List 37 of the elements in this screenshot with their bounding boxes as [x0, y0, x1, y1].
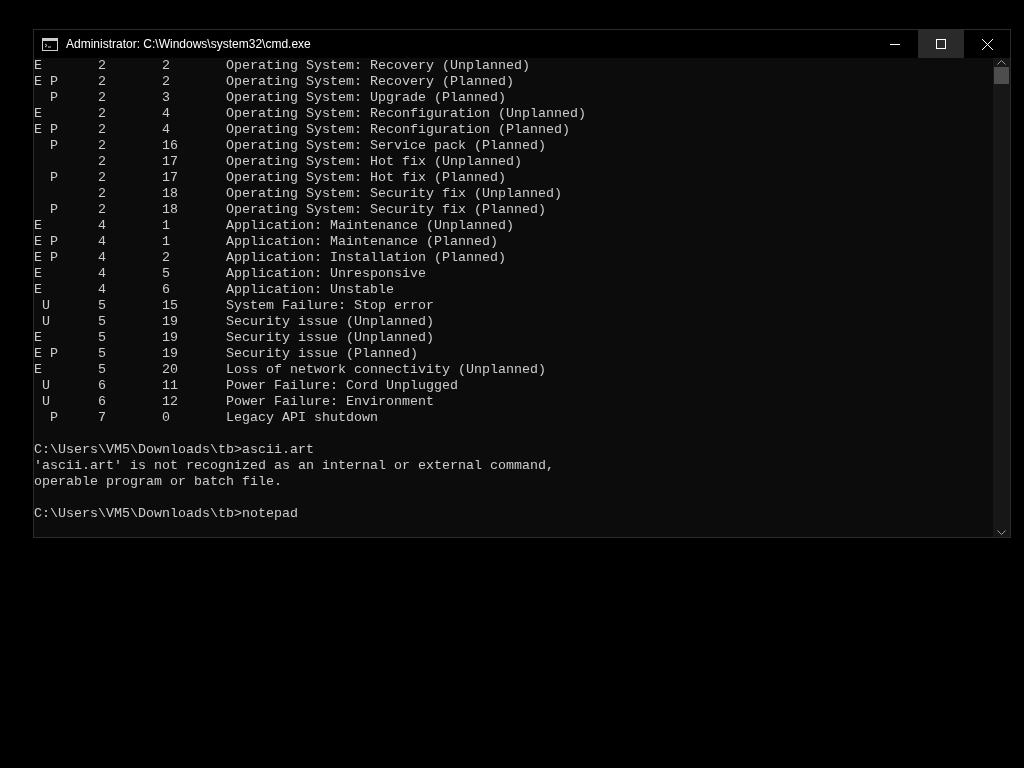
console-line: E 4 6 Application: Unstable: [34, 282, 395, 298]
console-line: E P 4 2 Application: Installation (Planned): [34, 250, 507, 266]
console-line: U 6 12 Power Failure: Environment: [41, 394, 435, 410]
console-line: P 7 0 Legacy API shutdown: [49, 410, 379, 426]
scroll-thumb[interactable]: [994, 67, 1009, 84]
scrollbar[interactable]: [993, 58, 1010, 537]
window-title: Administrator: C:\Windows\system32\cmd.exe: [66, 37, 311, 51]
console-line: 2 17 Operating System: Hot fix (Unplanned): [97, 154, 523, 170]
scroll-up-icon[interactable]: [997, 60, 1006, 65]
console-line: E 5 19 Security issue (Unplanned): [34, 330, 435, 346]
console-line: P 2 16 Operating System: Service pack (Planned): [49, 138, 547, 154]
console-line: P 2 3 Operating System: Upgrade (Planned): [49, 90, 507, 106]
console-line: E 2 2 Operating System: Recovery (Unplanned): [34, 58, 531, 74]
scroll-down-icon[interactable]: [997, 530, 1006, 535]
console-line: E P 5 19 Security issue (Planned): [34, 346, 419, 362]
console-line: U 6 11 Power Failure: Cord Unplugged: [41, 378, 459, 394]
console-line: operable program or batch file.: [34, 474, 283, 490]
console-line: E P 4 1 Application: Maintenance (Planned): [34, 234, 499, 250]
console-line: C:\Users\VM5\Downloads\tb>notepad: [34, 506, 299, 522]
close-icon: [981, 38, 993, 50]
minimize-icon: [890, 43, 900, 45]
terminal-icon: [42, 37, 58, 51]
console-line: C:\Users\VM5\Downloads\tb>ascii.art: [34, 442, 315, 458]
maximize-button[interactable]: [918, 30, 964, 58]
console-line: 2 18 Operating System: Security fix (Unplanned): [97, 186, 563, 202]
console-line: E 2 4 Operating System: Reconfiguration (Unplanned): [34, 106, 587, 122]
console-line: P 2 18 Operating System: Security fix (Planned): [49, 202, 547, 218]
console-line: E P 2 2 Operating System: Recovery (Planned): [34, 74, 515, 90]
console-line: U 5 19 Security issue (Unplanned): [41, 314, 435, 330]
console-line: P 2 17 Operating System: Hot fix (Planned): [49, 170, 507, 186]
console-line: E P 2 4 Operating System: Reconfiguration (Planned): [34, 122, 571, 138]
maximize-icon: [936, 39, 946, 49]
console-line: E 5 20 Loss of network connectivity (Unplanned): [34, 362, 547, 378]
console-line: E 4 5 Application: Unresponsive: [34, 266, 427, 282]
console-line: 'ascii.art' is not recognized as an internal or external command,: [34, 458, 555, 474]
console-line: E 4 1 Application: Maintenance (Unplanned): [34, 218, 515, 234]
console-line: U 5 15 System Failure: Stop error: [41, 298, 435, 314]
